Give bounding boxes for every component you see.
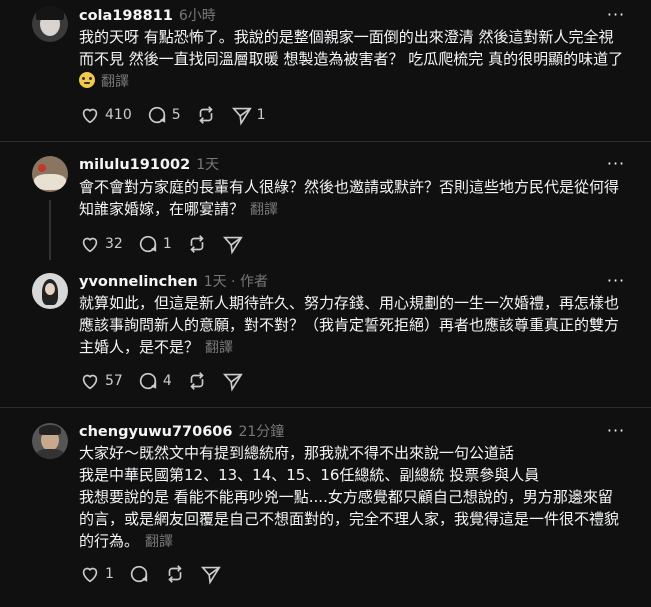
comment-header: yvonnelinchen 1天 · 作者: [79, 271, 268, 291]
send-icon: [231, 107, 252, 126]
action-bar: 410 5 1: [79, 103, 280, 127]
translate-link[interactable]: 翻譯: [205, 340, 233, 356]
reply-button[interactable]: 1: [137, 233, 172, 255]
username[interactable]: yvonnelinchen: [79, 274, 198, 290]
comment-header: chengyuwu770606 21分鐘: [79, 421, 284, 441]
username[interactable]: chengyuwu770606: [79, 424, 232, 440]
comment-line: 大家好～既然文中有提到總統府，那我就不得不出來說一句公道話: [79, 444, 515, 462]
like-button[interactable]: 57: [79, 370, 123, 392]
divider: [0, 407, 651, 408]
comment-header: cola198811 6小時: [79, 5, 216, 25]
like-button[interactable]: 32: [79, 233, 123, 255]
grimacing-emoji-icon: [79, 72, 95, 88]
action-bar: 57 4: [79, 369, 258, 393]
timestamp: 6小時: [178, 8, 216, 24]
heart-icon: [82, 567, 98, 583]
thread-line: [49, 200, 51, 260]
like-count: 57: [105, 373, 123, 389]
repost-icon: [190, 372, 204, 390]
more-options-icon[interactable]: ···: [605, 4, 627, 24]
username[interactable]: cola198811: [79, 8, 173, 24]
send-icon: [200, 566, 221, 585]
divider: [0, 141, 651, 142]
comment-text: 我的天呀 有點恐怖了。我說的是整個親家一面倒的出來澄清 然後這對新人完全視 而不…: [79, 26, 624, 93]
more-options-icon[interactable]: ···: [605, 420, 627, 440]
share-button[interactable]: [200, 563, 222, 585]
translate-link[interactable]: 翻譯: [250, 202, 278, 218]
repost-button[interactable]: [195, 104, 217, 126]
share-button[interactable]: [222, 233, 244, 255]
comment-line: 而不見 然後一直找同溫層取暖 想製造為被害者？ 吃瓜爬梳完 真的很明顯的味道了: [79, 50, 624, 68]
comment-line: 會不會對方家庭的長輩有人很綠？然後也邀請或默許？否則這些地方民代是從何得: [79, 178, 620, 196]
heart-icon: [82, 237, 98, 253]
comment-text: 大家好～既然文中有提到總統府，那我就不得不出來說一句公道話 我是中華民國第12、…: [79, 442, 624, 553]
comment-text: 會不會對方家庭的長輩有人很綠？然後也邀請或默許？否則這些地方民代是從何得 知誰家…: [79, 176, 624, 221]
comment-line-last: 翻譯: [79, 70, 624, 93]
comment-line-last: 的行為。 翻譯: [79, 532, 174, 550]
repost-icon: [198, 106, 213, 124]
comment-line: 我想要說的是 看能不能再吵兇一點....女方感覺都只顧自己想說的，男方那邊來留: [79, 488, 613, 506]
timestamp: 1天: [196, 157, 220, 173]
avatar[interactable]: [32, 156, 68, 192]
action-bar: 32 1: [79, 232, 258, 256]
comment-line-last: 知誰家婚嫁，在哪宴請？ 翻譯: [79, 200, 279, 218]
repost-icon: [190, 235, 204, 253]
author-badge: 作者: [239, 274, 268, 290]
comment-line: 的言，或是網友回覆是自己不想面對的，完全不理人家，我覺得這是一件很不禮貌: [79, 510, 620, 528]
comment-line: 就算如此，但這是新人期待許久、努力存錢、用心規劃的一生一次婚禮，再怎樣也: [79, 294, 620, 312]
comment-header: milulu191002 1天: [79, 154, 219, 174]
timestamp: 1天 · 作者: [203, 274, 268, 290]
more-options-icon[interactable]: ···: [605, 270, 627, 290]
reply-button[interactable]: 5: [146, 104, 181, 126]
comment-line: 應該事詢問新人的意願，對不對？（我肯定誓死拒絕）再者也應該尊重真正的雙方: [79, 316, 620, 334]
comment-line-last: 主婚人，是不是？ 翻譯: [79, 338, 234, 356]
username[interactable]: milulu191002: [79, 157, 190, 173]
comment-text: 就算如此，但這是新人期待許久、努力存錢、用心規劃的一生一次婚禮，再怎樣也 應該事…: [79, 292, 624, 359]
reply-button[interactable]: 4: [137, 370, 172, 392]
reply-count: 4: [162, 373, 172, 389]
comment-bubble-icon: [139, 372, 156, 390]
comment-bubble-icon: [130, 565, 148, 583]
repost-button[interactable]: [164, 563, 186, 585]
like-button[interactable]: 1: [79, 563, 114, 585]
translate-link[interactable]: 翻譯: [145, 534, 173, 550]
heart-icon: [82, 108, 98, 124]
avatar[interactable]: [32, 6, 68, 42]
send-icon: [222, 236, 243, 255]
comment-bubble-icon: [148, 106, 165, 124]
comment-line: 我的天呀 有點恐怖了。我說的是整個親家一面倒的出來澄清 然後這對新人完全視: [79, 28, 614, 46]
send-icon: [222, 373, 243, 392]
like-button[interactable]: 410: [79, 104, 132, 126]
action-bar: 1: [79, 562, 236, 586]
avatar[interactable]: [32, 273, 68, 309]
repost-button[interactable]: [186, 233, 208, 255]
repost-icon: [168, 565, 182, 583]
comment-line: 我是中華民國第12、13、14、15、16任總統、副總統 投票參與人員: [79, 466, 540, 484]
heart-icon: [82, 374, 98, 390]
translate-link[interactable]: 翻譯: [101, 74, 129, 90]
reply-count: 5: [171, 107, 181, 123]
reply-button[interactable]: [128, 563, 150, 585]
share-button[interactable]: [222, 370, 244, 392]
more-options-icon[interactable]: ···: [605, 153, 627, 173]
timestamp: 21分鐘: [238, 424, 285, 440]
like-count: 32: [105, 236, 123, 252]
avatar[interactable]: [32, 423, 68, 459]
reply-count: 1: [162, 236, 172, 252]
repost-button[interactable]: [186, 370, 208, 392]
share-button[interactable]: 1: [231, 104, 266, 126]
comment-bubble-icon: [139, 235, 156, 253]
like-count: 1: [105, 566, 114, 582]
share-count: 1: [256, 107, 266, 123]
like-count: 410: [105, 107, 132, 123]
